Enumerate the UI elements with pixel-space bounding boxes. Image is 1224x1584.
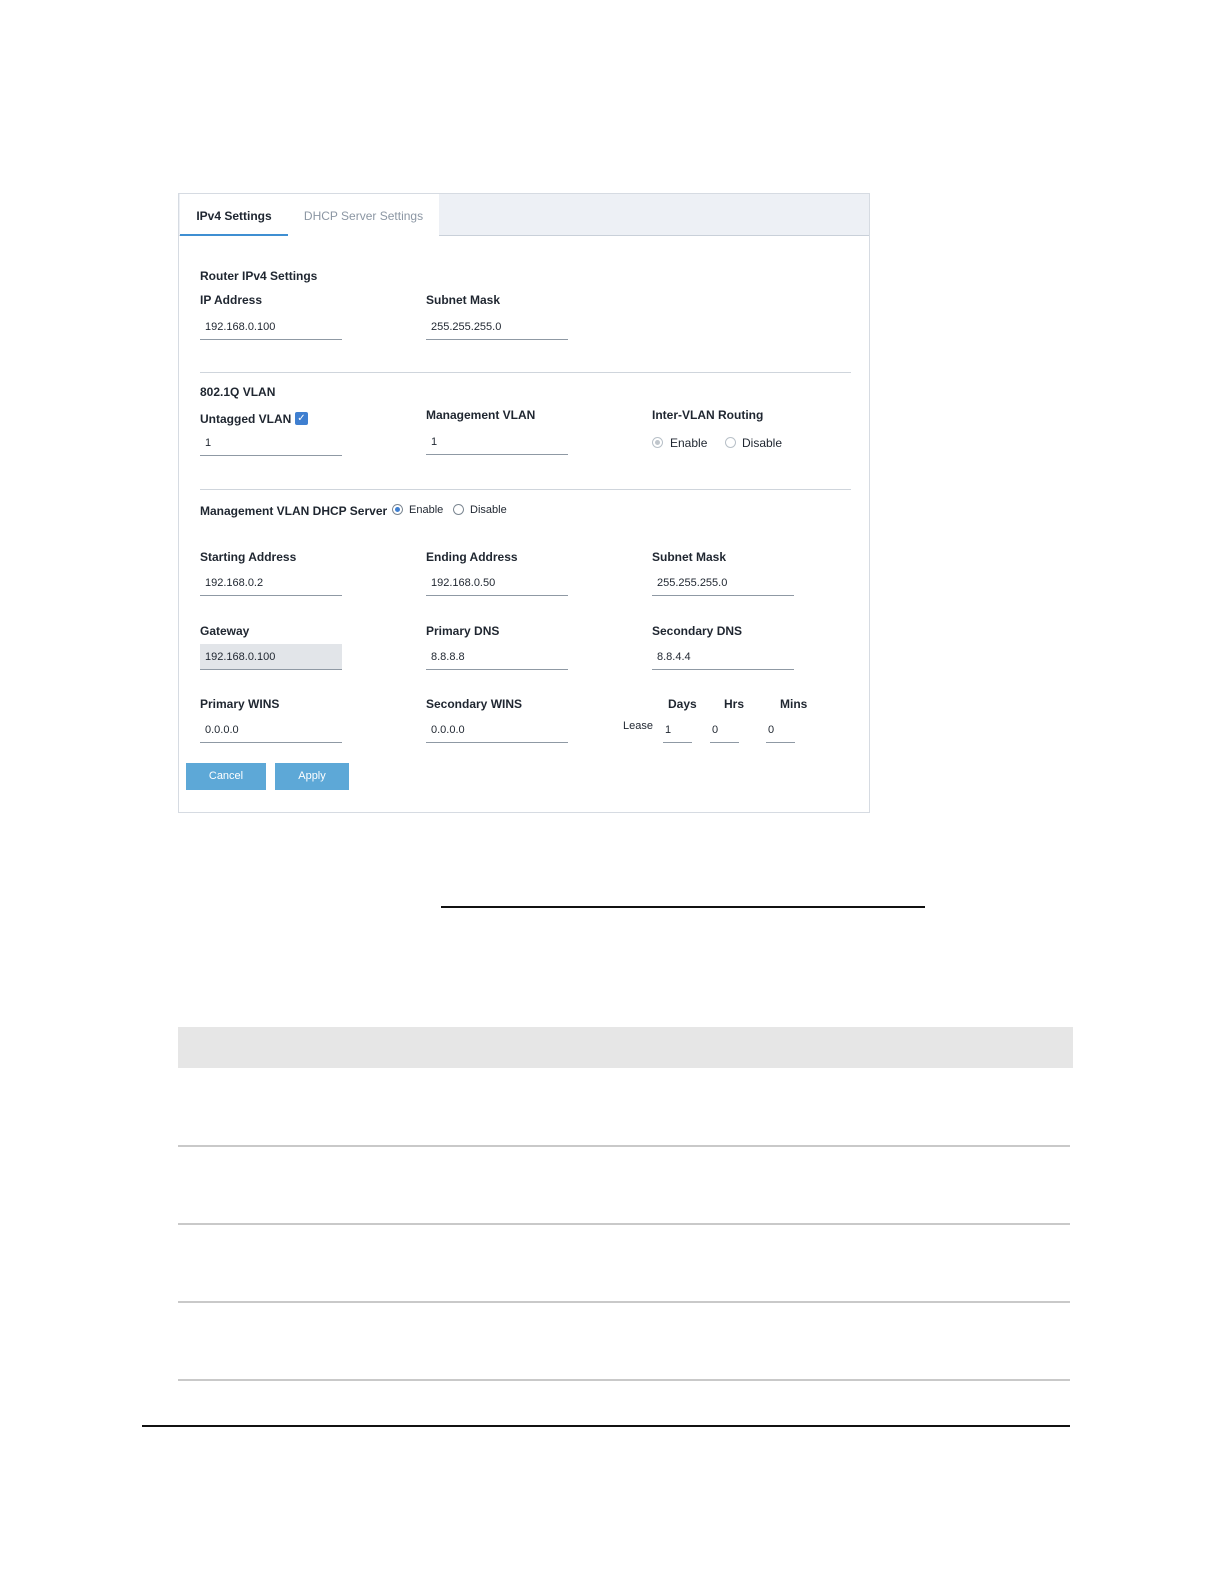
starting-address-label: Starting Address xyxy=(200,550,297,564)
dhcp-enable-radio[interactable] xyxy=(392,504,403,515)
untagged-vlan-input[interactable] xyxy=(200,431,342,456)
router-ipv4-section-title: Router IPv4 Settings xyxy=(200,269,318,283)
table-header xyxy=(178,1027,1073,1068)
section-divider xyxy=(200,489,851,490)
ending-address-label: Ending Address xyxy=(426,550,518,564)
inter-vlan-enable-label: Enable xyxy=(670,436,708,450)
vlan-section-title: 802.1Q VLAN xyxy=(200,385,276,399)
table-row-divider xyxy=(178,1379,1070,1381)
section-divider xyxy=(200,372,851,373)
primary-wins-input[interactable] xyxy=(200,718,342,743)
secondary-wins-input[interactable] xyxy=(426,718,568,743)
dhcp-disable-label: Disable xyxy=(470,504,507,516)
page-footer-rule xyxy=(142,1425,1070,1427)
dhcp-disable-radio[interactable] xyxy=(453,504,464,515)
secondary-dns-input[interactable] xyxy=(652,645,794,670)
tab-bar: IPv4 Settings DHCP Server Settings xyxy=(179,194,869,236)
lease-days-input[interactable] xyxy=(663,718,692,743)
management-vlan-label: Management VLAN xyxy=(426,408,536,422)
subnet-mask-input[interactable] xyxy=(426,315,568,340)
tab-dhcp-server-settings[interactable]: DHCP Server Settings xyxy=(288,194,439,236)
primary-wins-label: Primary WINS xyxy=(200,697,280,711)
inter-vlan-disable-radio[interactable] xyxy=(725,437,736,448)
dhcp-server-label: Management VLAN DHCP Server xyxy=(200,504,388,518)
lease-mins-label: Mins xyxy=(780,697,808,711)
checkmark-icon: ✓ xyxy=(297,413,306,424)
untagged-vlan-checkbox[interactable]: ✓ xyxy=(295,412,308,425)
settings-panel: IPv4 Settings DHCP Server Settings Route… xyxy=(178,193,870,813)
management-vlan-input[interactable] xyxy=(426,430,568,455)
table-row-divider xyxy=(178,1145,1070,1147)
tab-ipv4-settings[interactable]: IPv4 Settings xyxy=(180,194,288,236)
ip-address-input[interactable] xyxy=(200,315,342,340)
untagged-vlan-label: Untagged VLAN xyxy=(200,412,292,426)
caption-rule xyxy=(441,906,925,908)
lease-hrs-input[interactable] xyxy=(710,718,739,743)
primary-dns-label: Primary DNS xyxy=(426,624,500,638)
table-row-divider xyxy=(178,1301,1070,1303)
dhcp-subnet-mask-label: Subnet Mask xyxy=(652,550,727,564)
lease-label: Lease xyxy=(623,720,653,732)
inter-vlan-enable-radio[interactable] xyxy=(652,437,663,448)
gateway-input xyxy=(200,644,342,670)
starting-address-input[interactable] xyxy=(200,571,342,596)
inter-vlan-routing-label: Inter-VLAN Routing xyxy=(652,408,764,422)
dhcp-subnet-mask-input[interactable] xyxy=(652,571,794,596)
lease-mins-input[interactable] xyxy=(766,718,795,743)
gateway-label: Gateway xyxy=(200,624,250,638)
ending-address-input[interactable] xyxy=(426,571,568,596)
inter-vlan-disable-label: Disable xyxy=(742,436,783,450)
primary-dns-input[interactable] xyxy=(426,645,568,670)
apply-button[interactable]: Apply xyxy=(275,763,349,790)
ip-address-label: IP Address xyxy=(200,293,263,307)
subnet-mask-label: Subnet Mask xyxy=(426,293,501,307)
dhcp-enable-label: Enable xyxy=(409,504,444,516)
lease-hrs-label: Hrs xyxy=(724,697,745,711)
lease-days-label: Days xyxy=(668,697,697,711)
table-row-divider xyxy=(178,1223,1070,1225)
cancel-button[interactable]: Cancel xyxy=(186,763,266,790)
secondary-wins-label: Secondary WINS xyxy=(426,697,523,711)
secondary-dns-label: Secondary DNS xyxy=(652,624,743,638)
